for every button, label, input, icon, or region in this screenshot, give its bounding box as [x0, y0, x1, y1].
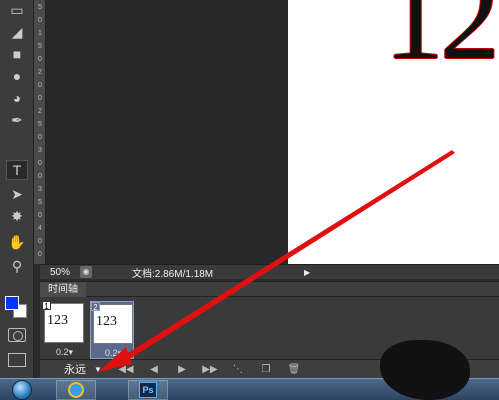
hand-icon[interactable]: ✋	[6, 232, 28, 252]
ruler-tick: 2	[38, 108, 42, 115]
taskbar-photoshop-button[interactable]: Ps	[128, 380, 168, 400]
ruler-tick: 4	[38, 225, 42, 232]
ruler-tick: 2	[38, 69, 42, 76]
screen-mode-icon[interactable]	[8, 353, 26, 367]
frame-thumbnail-text: 123	[47, 313, 68, 328]
path-select-icon[interactable]: ➤	[6, 184, 28, 204]
ruler-tick: 5	[38, 121, 42, 128]
canvas-text-layer: 12	[384, 0, 499, 84]
pasteboard	[46, 0, 288, 264]
ruler-tick: 5	[38, 4, 42, 11]
marquee-icon[interactable]: ▭	[6, 0, 28, 20]
eraser-icon[interactable]: ◢	[6, 22, 28, 42]
browser-icon	[68, 382, 84, 398]
duplicate-frame-icon[interactable]: ❐	[252, 364, 280, 375]
taskbar-browser-button[interactable]	[56, 380, 96, 400]
ruler-tick: 0	[38, 251, 42, 258]
ruler-tick: 0	[38, 238, 42, 245]
gradient-icon[interactable]: ■	[6, 44, 28, 64]
ruler-tick: 5	[38, 199, 42, 206]
ruler-tick: 1	[38, 30, 42, 37]
frame-delay[interactable]: 0.2▾	[105, 348, 122, 359]
ruler-tick: 0	[38, 82, 42, 89]
dodge-icon[interactable]: ◕	[6, 88, 28, 108]
trash-icon[interactable]: 🗑	[280, 364, 308, 375]
quick-mask-icon[interactable]	[8, 328, 26, 342]
ruler-tick: 0	[38, 56, 42, 63]
chevron-down-icon[interactable]: ▼	[94, 365, 102, 374]
zoom-icon[interactable]: ⚲	[6, 256, 28, 276]
play-icon[interactable]: ▶	[168, 364, 196, 375]
ruler-tick: 0	[38, 173, 42, 180]
frame-delay[interactable]: 0.2▾	[56, 347, 73, 358]
timeline-panel-header: 时间轴	[40, 281, 499, 297]
pen-icon[interactable]: ✒	[6, 110, 28, 130]
tween-icon[interactable]: ⋱	[224, 364, 252, 375]
timeline-frame-1[interactable]: 1 123 0.2▾	[42, 301, 86, 359]
frame-number: 1	[42, 301, 51, 311]
photoshop-icon: Ps	[139, 382, 157, 398]
document-canvas[interactable]: 12	[288, 0, 499, 264]
frame-number: 2	[91, 302, 100, 312]
blur-icon[interactable]: ●	[6, 66, 28, 86]
ruler-tick: 0	[38, 212, 42, 219]
first-frame-icon[interactable]: ◀◀	[112, 364, 140, 375]
previous-frame-icon[interactable]: ◀	[140, 364, 168, 375]
document-size-info: 文档:2.86M/1.18M	[132, 268, 214, 280]
windows-logo-icon	[12, 380, 32, 400]
type-icon: T	[12, 162, 22, 178]
next-frame-icon[interactable]: ▶▶	[196, 364, 224, 375]
status-bar: 50% ◉ 文档:2.86M/1.18M ▶	[40, 264, 499, 280]
vertical-ruler: 5 0 1 5 0 2 0 0 2 5 0 3 0 0 3 5 0 4 0 0	[34, 0, 46, 264]
status-info-icon[interactable]: ◉	[80, 266, 92, 278]
frame-thumbnail-text: 123	[96, 314, 117, 329]
ruler-tick: 0	[38, 160, 42, 167]
loop-options-select[interactable]: 永远	[64, 361, 94, 377]
ruler-tick: 0	[38, 95, 42, 102]
timeline-frame-2[interactable]: 2 123 0.2▾	[90, 301, 134, 359]
type-tool[interactable]: T	[6, 160, 28, 180]
zoom-level[interactable]: 50%	[40, 267, 76, 278]
ruler-tick: 3	[38, 186, 42, 193]
foreground-color-swatch[interactable]	[5, 296, 19, 310]
tools-panel: ▭ ◢ ■ ● ◕ ✒ T ➤ ✸ ✋ ⚲	[0, 0, 34, 378]
status-menu-arrow-icon[interactable]: ▶	[304, 268, 310, 277]
ruler-tick: 5	[38, 43, 42, 50]
start-button[interactable]	[4, 379, 40, 400]
tab-timeline[interactable]: 时间轴	[40, 282, 86, 297]
shape-icon[interactable]: ✸	[6, 206, 28, 226]
ruler-tick: 0	[38, 134, 42, 141]
ruler-tick: 3	[38, 147, 42, 154]
ruler-tick: 0	[38, 17, 42, 24]
